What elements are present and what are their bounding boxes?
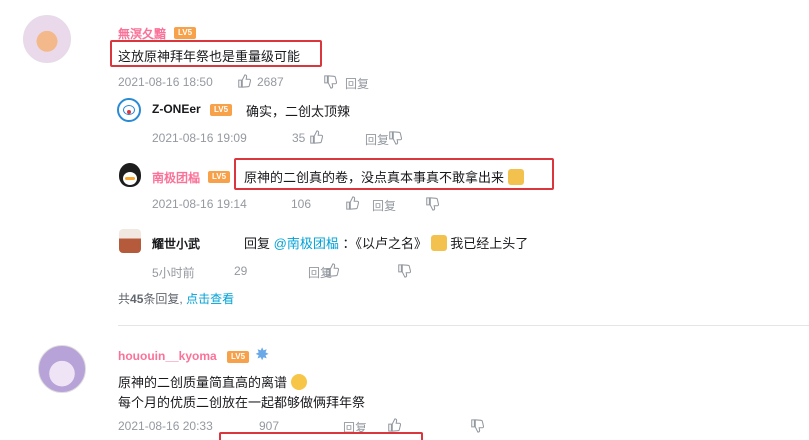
reply-button[interactable]: 回复	[345, 75, 369, 92]
view-more-link[interactable]: 点击查看	[186, 292, 234, 306]
reply-button[interactable]: 回复	[365, 131, 389, 148]
avatar[interactable]	[119, 163, 141, 187]
level-badge: LV5	[210, 104, 232, 116]
username[interactable]: hououin__kyoma	[118, 349, 217, 363]
dislike-icon[interactable]	[425, 197, 440, 211]
dislike-icon[interactable]	[388, 131, 403, 145]
smile-emoji-icon	[290, 374, 307, 390]
username[interactable]: 南极团榀	[152, 169, 200, 186]
like-icon[interactable]	[387, 418, 401, 432]
avatar[interactable]	[119, 229, 141, 253]
level-badge: LV5	[208, 171, 230, 183]
like-count: 35	[292, 131, 306, 145]
comment-text: 这放原神拜年祭也是重量级可能	[118, 49, 301, 64]
highlight-box	[219, 432, 423, 440]
reply-button[interactable]: 回复	[372, 197, 396, 214]
like-icon[interactable]	[345, 196, 359, 210]
like-count: 106	[291, 197, 312, 211]
avatar[interactable]	[38, 345, 86, 393]
reply-date: 2021-08-16 19:14	[152, 197, 247, 211]
divider	[118, 325, 809, 326]
comment-date: 2021-08-16 20:33	[118, 419, 213, 433]
like-count: 907	[259, 419, 280, 433]
reply-text: 确实，二创太顶辣	[246, 104, 351, 119]
like-icon[interactable]	[237, 74, 252, 88]
comment-date: 2021-08-16 18:50	[118, 75, 213, 89]
cat-emoji-icon	[430, 235, 447, 251]
cat-emoji-icon	[507, 169, 524, 185]
username[interactable]: Z-ONEer	[152, 102, 201, 116]
mention-link[interactable]: @南极团榀	[274, 236, 339, 251]
username[interactable]: 耀世小武	[152, 235, 200, 252]
reply-date: 5小时前	[152, 266, 195, 280]
level-badge: LV5	[174, 27, 196, 39]
comment-text: 原神的二创质量简直高的离谱	[118, 372, 307, 391]
like-count: 2687	[257, 75, 284, 89]
reply-text: 回复 @南极团榀 ：《以卢之名》 我已经上头了	[244, 235, 529, 251]
reply-date: 2021-08-16 19:09	[152, 131, 247, 145]
level-badge: LV5	[227, 351, 249, 363]
like-count: 29	[234, 264, 248, 278]
more-replies: 共45条回复, 点击查看	[118, 292, 235, 306]
badge-icon: ✸	[255, 345, 270, 364]
like-icon[interactable]	[309, 130, 323, 144]
reply-text: 原神的二创真的卷，没点真本事真不敢拿出来	[244, 167, 524, 186]
dislike-icon[interactable]	[397, 264, 412, 278]
dislike-icon[interactable]	[470, 419, 485, 433]
dislike-icon[interactable]	[323, 75, 338, 89]
avatar[interactable]	[117, 98, 141, 122]
reply-button[interactable]: 回复	[308, 264, 332, 281]
avatar[interactable]	[23, 15, 71, 63]
comment-text: 每个月的优质二创放在一起都够做俩拜年祭	[118, 395, 366, 410]
